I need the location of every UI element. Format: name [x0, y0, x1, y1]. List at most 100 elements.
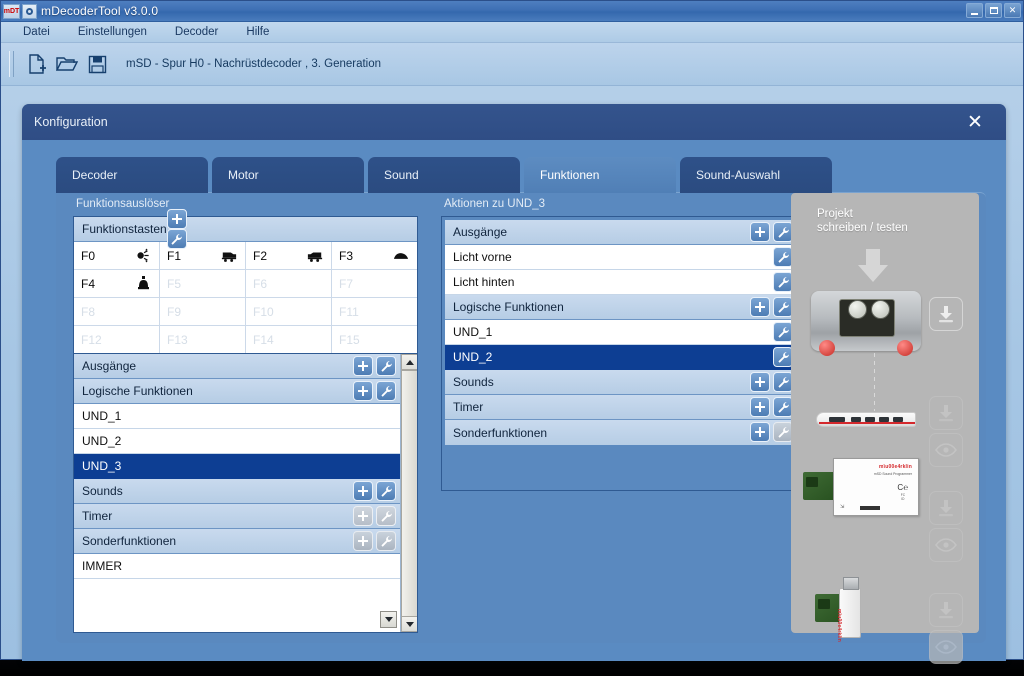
function-key-f12[interactable]: F12: [74, 326, 160, 354]
write-to-usb-button[interactable]: [929, 593, 963, 627]
add-button[interactable]: [353, 531, 373, 551]
function-key-f15[interactable]: F15: [332, 326, 417, 354]
function-key-f11[interactable]: F11: [332, 298, 417, 326]
konfiguration-dialog: Konfiguration ✕ Decoder Motor Sound Funk…: [22, 104, 1006, 661]
add-button[interactable]: [750, 422, 770, 442]
menu-item-datei[interactable]: Datei: [9, 24, 64, 40]
write-to-loco-button[interactable]: [929, 396, 963, 430]
add-button[interactable]: [750, 372, 770, 392]
menu-item-hilfe[interactable]: Hilfe: [232, 24, 283, 40]
menu-item-decoder[interactable]: Decoder: [161, 24, 232, 40]
save-button[interactable]: [82, 49, 112, 79]
function-key-f4[interactable]: F4: [74, 270, 160, 298]
menu-item-einstellungen[interactable]: Einstellungen: [64, 24, 161, 40]
function-key-f5[interactable]: F5: [160, 270, 246, 298]
list-row-timer[interactable]: Timer: [74, 504, 400, 529]
edit-button[interactable]: [376, 506, 396, 526]
funktionsausloeser-list[interactable]: Ausgänge Logische Funktionen: [73, 353, 418, 633]
edit-button[interactable]: [773, 222, 793, 242]
edit-button[interactable]: [773, 272, 793, 292]
add-button[interactable]: [167, 209, 187, 229]
action-row-timer[interactable]: Timer: [445, 395, 797, 420]
add-button[interactable]: [353, 506, 373, 526]
function-key-f0[interactable]: F0: [74, 242, 160, 270]
toolbar-grip[interactable]: [9, 51, 14, 77]
list-row-und-2[interactable]: UND_2: [74, 429, 400, 454]
close-button[interactable]: ✕: [1004, 3, 1021, 18]
list-row-sounds[interactable]: Sounds: [74, 479, 400, 504]
function-key-f9[interactable]: F9: [160, 298, 246, 326]
action-row-ausgaenge[interactable]: Ausgänge: [445, 220, 797, 245]
add-button[interactable]: [353, 481, 373, 501]
edit-button[interactable]: [167, 229, 187, 249]
add-button[interactable]: [353, 381, 373, 401]
function-key-f6[interactable]: F6: [246, 270, 332, 298]
edit-button[interactable]: [376, 481, 396, 501]
action-row-licht-hinten[interactable]: Licht hinten: [445, 270, 797, 295]
scrollbar-thumb[interactable]: [401, 370, 418, 633]
function-key-f8[interactable]: F8: [74, 298, 160, 326]
add-button[interactable]: [353, 356, 373, 376]
tab-motor[interactable]: Motor: [212, 157, 364, 193]
headlight-icon: [135, 248, 151, 264]
tab-sound[interactable]: Sound: [368, 157, 520, 193]
edit-button[interactable]: [773, 372, 793, 392]
row-actions: [750, 297, 793, 317]
list-row-und-3[interactable]: UND_3: [74, 454, 400, 479]
tab-sound-auswahl[interactable]: Sound-Auswahl: [680, 157, 832, 193]
action-row-sounds[interactable]: Sounds: [445, 370, 797, 395]
function-key-f13[interactable]: F13: [160, 326, 246, 354]
dialog-close-button[interactable]: ✕: [966, 113, 984, 131]
add-button[interactable]: [750, 222, 770, 242]
action-row-sonderfunktionen[interactable]: Sonderfunktionen: [445, 420, 797, 445]
read-from-loco-button[interactable]: [929, 433, 963, 467]
function-key-f10[interactable]: F10: [246, 298, 332, 326]
edit-button[interactable]: [773, 247, 793, 267]
write-to-programmer-button[interactable]: [929, 491, 963, 525]
maximize-button[interactable]: [985, 3, 1002, 18]
minimize-button[interactable]: [966, 3, 983, 18]
list-row-ausgaenge[interactable]: Ausgänge: [74, 354, 400, 379]
action-row-und-1[interactable]: UND_1: [445, 320, 797, 345]
function-key-f7[interactable]: F7: [332, 270, 417, 298]
edit-button[interactable]: [773, 322, 793, 342]
plus-icon: [357, 535, 369, 547]
wrench-icon: [380, 510, 393, 523]
immer-dropdown-button[interactable]: [380, 611, 397, 628]
funktionsausloeser-label: Funktionsauslöser: [76, 198, 169, 210]
read-from-programmer-button[interactable]: [929, 528, 963, 562]
function-key-f2[interactable]: F2: [246, 242, 332, 270]
tab-funktionen[interactable]: Funktionen: [524, 157, 676, 193]
new-file-button[interactable]: [22, 49, 52, 79]
edit-button[interactable]: [376, 381, 396, 401]
list-row-und-1[interactable]: UND_1: [74, 404, 400, 429]
tab-decoder[interactable]: Decoder: [56, 157, 208, 193]
funktionen-panel: Funktionsauslöser Funktionstasten: [56, 192, 986, 643]
function-key-f14[interactable]: F14: [246, 326, 332, 354]
function-key-f3[interactable]: F3: [332, 242, 417, 270]
edit-button[interactable]: [773, 347, 793, 367]
aktionen-list[interactable]: Ausgänge Licht vorne: [441, 216, 801, 491]
open-folder-button[interactable]: [52, 49, 82, 79]
action-row-und-2[interactable]: UND_2: [445, 345, 797, 370]
list-row-sonderfunktionen[interactable]: Sonderfunktionen: [74, 529, 400, 554]
list-row-immer[interactable]: IMMER: [74, 554, 400, 579]
edit-button[interactable]: [773, 297, 793, 317]
scroll-down-button[interactable]: [401, 616, 418, 632]
add-button[interactable]: [750, 297, 770, 317]
read-from-usb-button[interactable]: [929, 630, 963, 664]
scroll-up-button[interactable]: [401, 354, 418, 370]
edit-button[interactable]: [376, 531, 396, 551]
edit-button[interactable]: [376, 356, 396, 376]
list-item-label: IMMER: [82, 559, 122, 573]
list-scrollbar[interactable]: [400, 354, 417, 632]
action-row-logische-funktionen[interactable]: Logische Funktionen: [445, 295, 797, 320]
list-row-logische-funktionen[interactable]: Logische Funktionen: [74, 379, 400, 404]
edit-button[interactable]: [773, 397, 793, 417]
write-to-central-station-button[interactable]: [929, 297, 963, 331]
funktionstasten-label: Funktionstasten: [82, 222, 167, 236]
action-row-licht-vorne[interactable]: Licht vorne: [445, 245, 797, 270]
edit-button[interactable]: [773, 422, 793, 442]
add-button[interactable]: [750, 397, 770, 417]
row-actions: [353, 531, 396, 551]
